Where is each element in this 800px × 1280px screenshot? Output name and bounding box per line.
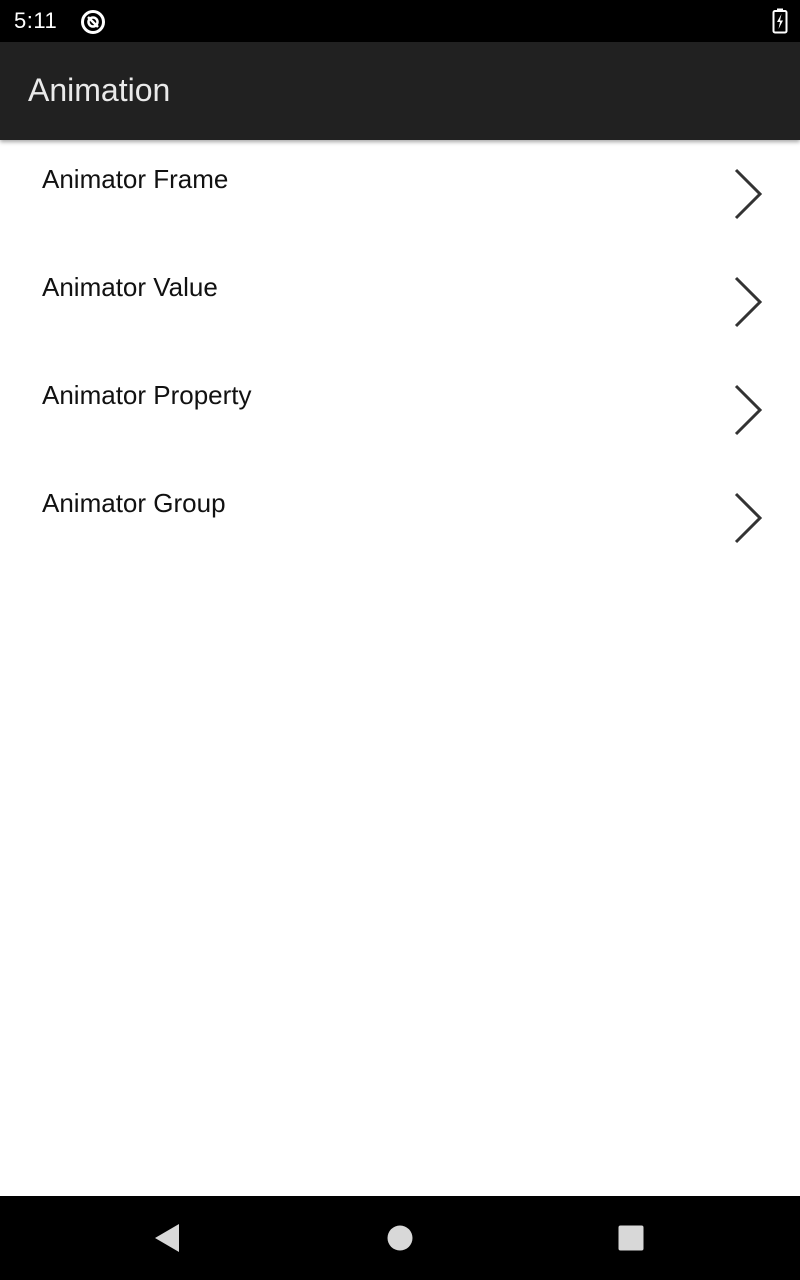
recents-square-icon[interactable] bbox=[607, 1214, 655, 1262]
status-bar: 5:11 bbox=[0, 0, 800, 42]
navigation-bar bbox=[0, 1196, 800, 1280]
animation-list: Animator Frame Animator Value Animator P… bbox=[0, 140, 800, 572]
chevron-right-icon bbox=[734, 276, 763, 328]
home-circle-icon[interactable] bbox=[376, 1214, 424, 1262]
list-item-label: Animator Frame bbox=[42, 164, 229, 194]
status-time: 5:11 bbox=[14, 8, 58, 33]
app-bar: Animation bbox=[0, 42, 800, 140]
list-item-label: Animator Value bbox=[42, 272, 218, 302]
list-item-animator-value[interactable]: Animator Value bbox=[0, 248, 800, 356]
list-item-animator-frame[interactable]: Animator Frame bbox=[0, 140, 800, 248]
list-item-animator-group[interactable]: Animator Group bbox=[0, 464, 800, 572]
back-triangle-icon[interactable] bbox=[143, 1214, 191, 1262]
battery-charging-icon bbox=[772, 8, 788, 34]
app-title: Animation bbox=[28, 72, 171, 108]
chevron-right-icon bbox=[734, 168, 763, 220]
list-item-label: Animator Property bbox=[42, 380, 252, 410]
at-sign-icon bbox=[81, 10, 105, 34]
list-item-animator-property[interactable]: Animator Property bbox=[0, 356, 800, 464]
chevron-right-icon bbox=[734, 492, 763, 544]
screen: 5:11 Animation Animator Frame Animator V… bbox=[0, 0, 800, 1280]
list-item-label: Animator Group bbox=[42, 488, 226, 518]
chevron-right-icon bbox=[734, 384, 763, 436]
